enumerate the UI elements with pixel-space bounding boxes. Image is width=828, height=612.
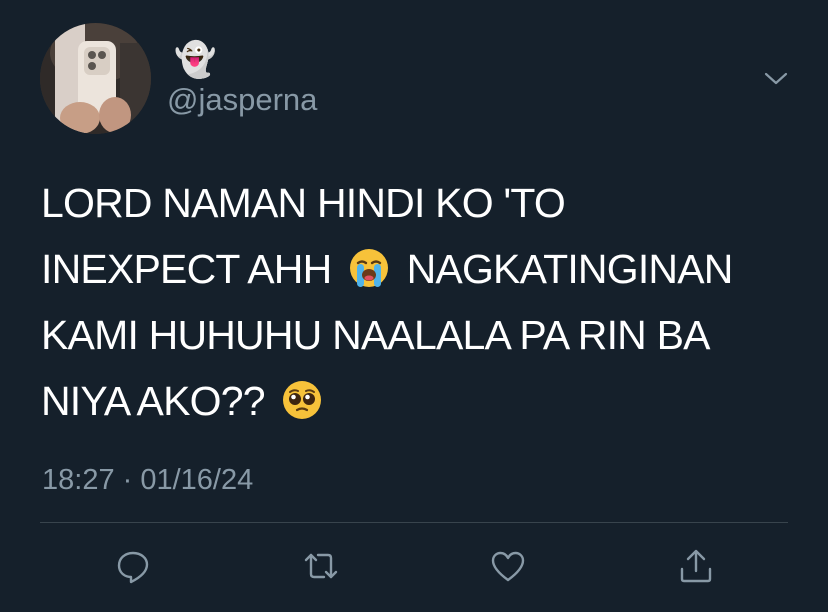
retweet-icon: [304, 553, 338, 579]
avatar[interactable]: [40, 23, 151, 134]
pleading-face-emoji: [283, 381, 322, 419]
tweet-line: LORD NAMAN HINDI KO 'TO: [41, 170, 801, 236]
tweet-text-segment: LORD NAMAN HINDI KO 'TO: [41, 180, 566, 226]
tweet-text-segment: NIYA AKO??: [41, 378, 266, 424]
tweet-text-segment: NAGKATINGINAN: [406, 246, 734, 292]
display-name[interactable]: 👻: [174, 40, 216, 80]
user-handle[interactable]: @jasperna: [167, 82, 317, 118]
reply-icon: [117, 551, 149, 584]
tweet-text-segment: KAMI HUHUHU NAALALA PA RIN BA: [41, 312, 710, 358]
tweet-timestamp[interactable]: 18:27 · 01/16/24: [42, 463, 253, 497]
tweet-line: KAMI HUHUHU NAALALA PA RIN BA: [41, 302, 801, 368]
tweet-text-segment: INEXPECT AHH: [41, 246, 332, 292]
chevron-down-icon[interactable]: [762, 64, 790, 92]
share-icon: [680, 549, 712, 583]
retweet-button[interactable]: [301, 546, 341, 586]
heart-icon: [491, 551, 525, 582]
share-button[interactable]: [676, 546, 716, 586]
like-button[interactable]: [488, 546, 528, 586]
divider: [40, 522, 788, 523]
tweet-line: INEXPECT AHH NAGKATINGINAN: [41, 236, 801, 302]
tweet-text: LORD NAMAN HINDI KO 'TO INEXPECT AHH NAG…: [41, 170, 801, 434]
loudly-crying-face-emoji: [350, 249, 388, 287]
avatar-image: [40, 23, 151, 134]
tweet-line: NIYA AKO??: [41, 368, 801, 434]
reply-button[interactable]: [113, 546, 153, 586]
